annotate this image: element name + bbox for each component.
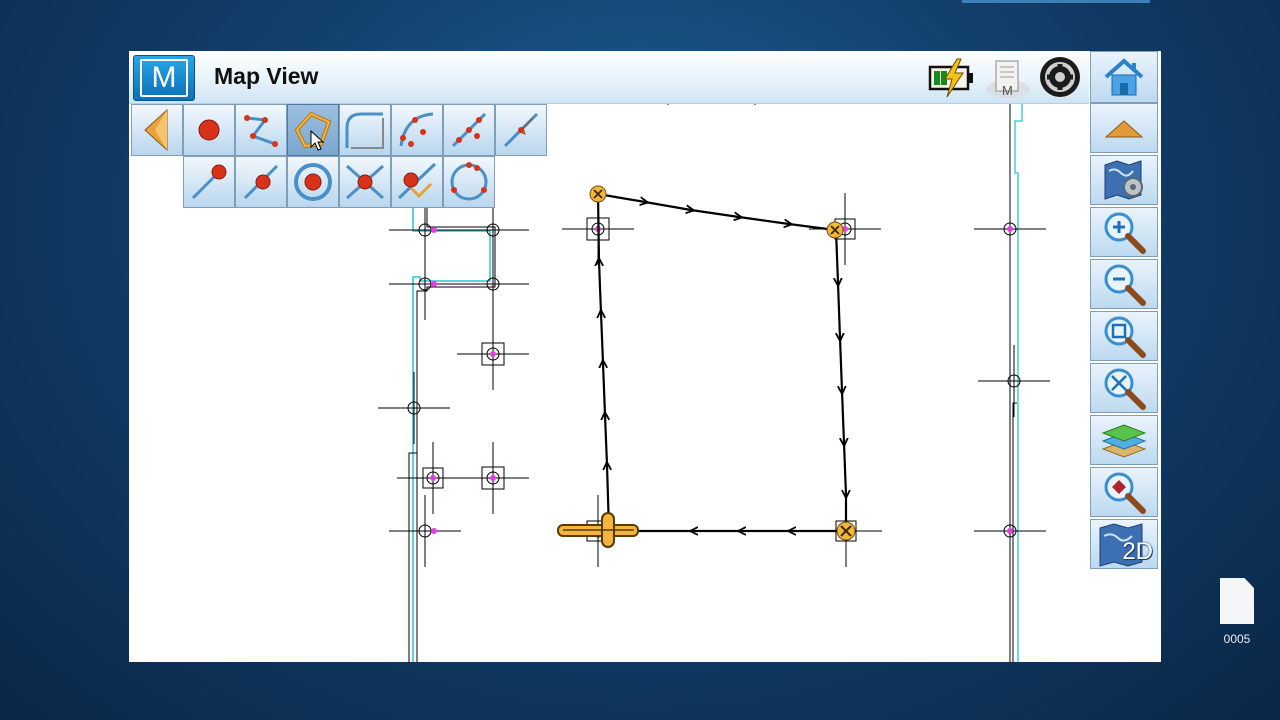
map-sidebar: 2D	[1089, 51, 1161, 571]
file-icon	[1220, 578, 1254, 624]
survey-points-right[interactable]	[973, 192, 1051, 568]
titlebar: M Map View M	[129, 51, 1089, 104]
toolbar-polyline-button[interactable]	[235, 104, 287, 156]
map-settings-icon	[1104, 160, 1143, 200]
taskbar-window-strip	[962, 0, 1150, 3]
point-icon	[198, 119, 220, 141]
svg-text:M: M	[1002, 83, 1013, 98]
home-button[interactable]	[1090, 51, 1158, 103]
zoom-out-icon	[1104, 264, 1146, 306]
survey-points-left[interactable]	[377, 193, 530, 568]
back-arrow-icon	[144, 108, 168, 152]
desktop-file[interactable]: 0005	[1214, 576, 1260, 652]
line-point-icon	[243, 164, 279, 200]
selected-vertex-markers[interactable]	[589, 185, 856, 541]
zoom-point-button[interactable]	[1090, 467, 1158, 517]
toolbar-line-point-button[interactable]	[235, 156, 287, 208]
sync-prism-icon[interactable]	[1035, 55, 1085, 99]
toolbar-intersect-button[interactable]	[495, 104, 547, 156]
toolbar-circle-center-button[interactable]	[287, 156, 339, 208]
scroll-up-icon	[1104, 120, 1144, 138]
zoom-point-icon	[1104, 472, 1146, 514]
toolbar-line-end-button[interactable]	[183, 156, 235, 208]
map-view-window: M Map View M 2D	[129, 51, 1161, 662]
fillet-icon	[345, 112, 384, 149]
line-points-icon	[451, 112, 487, 148]
polygon-vertex-points[interactable]	[561, 192, 883, 568]
line-end-point-icon	[191, 164, 227, 200]
intersection-point-icon	[346, 164, 384, 200]
intersect-lines-icon	[503, 112, 539, 148]
controller-memory-icon[interactable]: M	[982, 55, 1032, 99]
toolbar-offset-point-button[interactable]	[391, 156, 443, 208]
circle-points-icon	[450, 162, 488, 201]
circle-center-icon	[294, 163, 332, 201]
boundary-lines-left	[408, 207, 496, 662]
zoom-in-button[interactable]	[1090, 207, 1158, 257]
zoom-in-icon	[1104, 212, 1146, 254]
toolbar-fillet-button[interactable]	[339, 104, 391, 156]
map-settings-button[interactable]	[1090, 155, 1158, 205]
view-2d-button[interactable]: 2D	[1090, 519, 1158, 569]
battery-charging-icon[interactable]	[927, 55, 977, 99]
home-icon	[1104, 58, 1144, 96]
file-name: 0005	[1223, 632, 1251, 646]
layers-icon	[1101, 424, 1147, 458]
toolbar-intersection-point-button[interactable]	[339, 156, 391, 208]
app-logo-icon: M	[140, 59, 188, 97]
toolbar-arc-button[interactable]	[391, 104, 443, 156]
view-2d-label: 2D	[1122, 538, 1153, 565]
zoom-extents-button[interactable]	[1090, 363, 1158, 413]
zoom-extents-icon	[1104, 368, 1146, 410]
polygon-traverse	[598, 192, 846, 531]
toolbar-point-button[interactable]	[183, 104, 235, 156]
layers-button[interactable]	[1090, 415, 1158, 465]
zoom-window-icon	[1104, 316, 1146, 358]
polyline-icon	[244, 115, 278, 147]
page-title: Map View	[214, 63, 319, 89]
offset-point-icon	[397, 162, 437, 200]
app-menu-button[interactable]: M	[133, 55, 195, 101]
toolbar-back-button[interactable]	[131, 104, 183, 156]
toolbar-line-points-button[interactable]	[443, 104, 495, 156]
mouse-cursor-icon	[310, 130, 325, 151]
scroll-up-button[interactable]	[1090, 103, 1158, 153]
zoom-out-button[interactable]	[1090, 259, 1158, 309]
arc-3point-icon	[399, 112, 434, 147]
zoom-window-button[interactable]	[1090, 311, 1158, 361]
toolbar-circle-points-button[interactable]	[443, 156, 495, 208]
